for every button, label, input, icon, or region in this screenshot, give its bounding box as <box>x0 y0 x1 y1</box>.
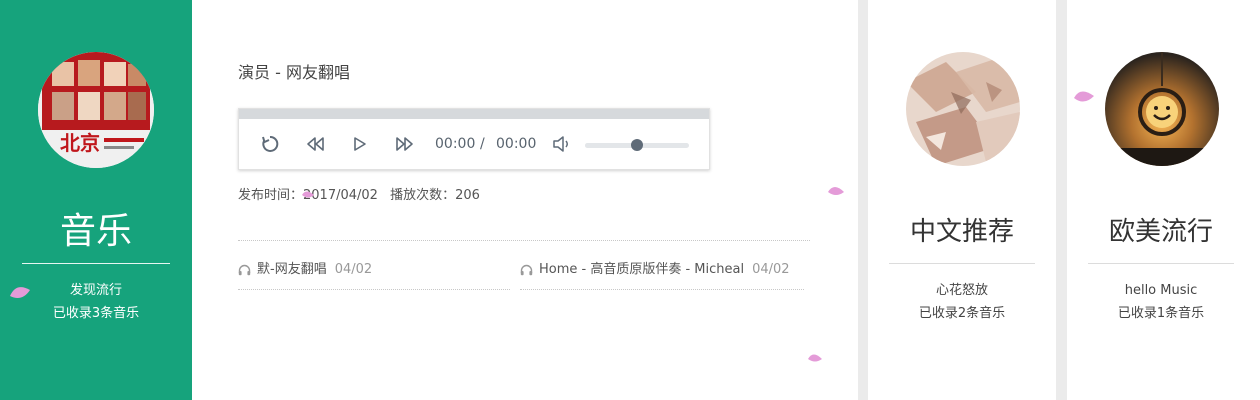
category-card-chinese[interactable]: 中文推荐 心花怒放 已收录2条音乐 <box>868 0 1056 400</box>
category-cover-image <box>906 52 1020 166</box>
divider <box>520 289 804 290</box>
category-count: 已收录1条音乐 <box>1117 306 1205 321</box>
petal-decoration <box>10 287 30 298</box>
track-date: 04/02 <box>334 262 373 277</box>
replay-icon[interactable] <box>259 133 281 155</box>
category-count: 已收录3条音乐 <box>52 306 140 321</box>
progress-bar[interactable] <box>239 109 709 119</box>
divider <box>22 263 170 264</box>
category-title: 中文推荐 <box>909 217 1014 247</box>
category-count: 已收录2条音乐 <box>918 306 1006 321</box>
headphones-icon <box>520 264 533 276</box>
petal-decoration <box>808 354 822 362</box>
song-meta: 发布时间：2017/04/02 播放次数：206 <box>238 186 488 206</box>
fast-forward-icon[interactable] <box>393 133 415 155</box>
volume-handle[interactable] <box>631 139 643 151</box>
track-title: 默-网友翻唱 <box>257 262 327 277</box>
category-description: hello Music <box>1124 283 1198 298</box>
volume-icon[interactable] <box>551 133 573 155</box>
category-card-music[interactable]: 北京 音乐 发现流行 已收录3条音乐 <box>0 0 192 400</box>
track-title: Home - 高音质原版伴奏 - Micheal <box>539 262 745 277</box>
category-description: 心花怒放 <box>935 283 988 298</box>
svg-text:北京: 北京 <box>60 131 100 155</box>
category-title: 欧美流行 <box>1108 217 1213 247</box>
petal-decoration <box>828 187 844 195</box>
divider <box>1088 263 1234 264</box>
track-date: 04/02 <box>752 262 790 277</box>
category-cover-image <box>1105 52 1219 166</box>
volume-level <box>585 143 637 148</box>
album-cover-image: 北京 <box>38 52 154 168</box>
divider <box>238 240 810 241</box>
player-panel: 演员 - 网友翻唱 00:00 / 00:00 播放次数：206 默-网友翻唱 … <box>192 0 858 400</box>
petal-decoration <box>1074 91 1094 102</box>
category-title: 音乐 <box>59 211 132 252</box>
divider <box>889 263 1035 264</box>
song-title: 演员 - 网友翻唱 <box>238 63 350 82</box>
headphones-icon <box>238 264 251 276</box>
audio-player: 00:00 / 00:00 <box>238 108 710 170</box>
petal-decoration <box>302 191 314 198</box>
divider <box>238 289 510 290</box>
category-card-western[interactable]: 欧美流行 hello Music 已收录1条音乐 <box>1067 0 1260 400</box>
rewind-icon[interactable] <box>305 133 327 155</box>
time-separator: / <box>480 136 485 152</box>
current-time: 00:00 <box>435 136 476 152</box>
play-icon[interactable] <box>349 133 371 155</box>
volume-slider[interactable] <box>585 139 689 151</box>
duration: 00:00 <box>496 136 537 152</box>
play-count: 播放次数：206 <box>390 188 480 203</box>
track-item[interactable]: 默-网友翻唱 04/02 <box>238 259 372 281</box>
track-item[interactable]: Home - 高音质原版伴奏 - Micheal 04/02 <box>520 259 790 281</box>
